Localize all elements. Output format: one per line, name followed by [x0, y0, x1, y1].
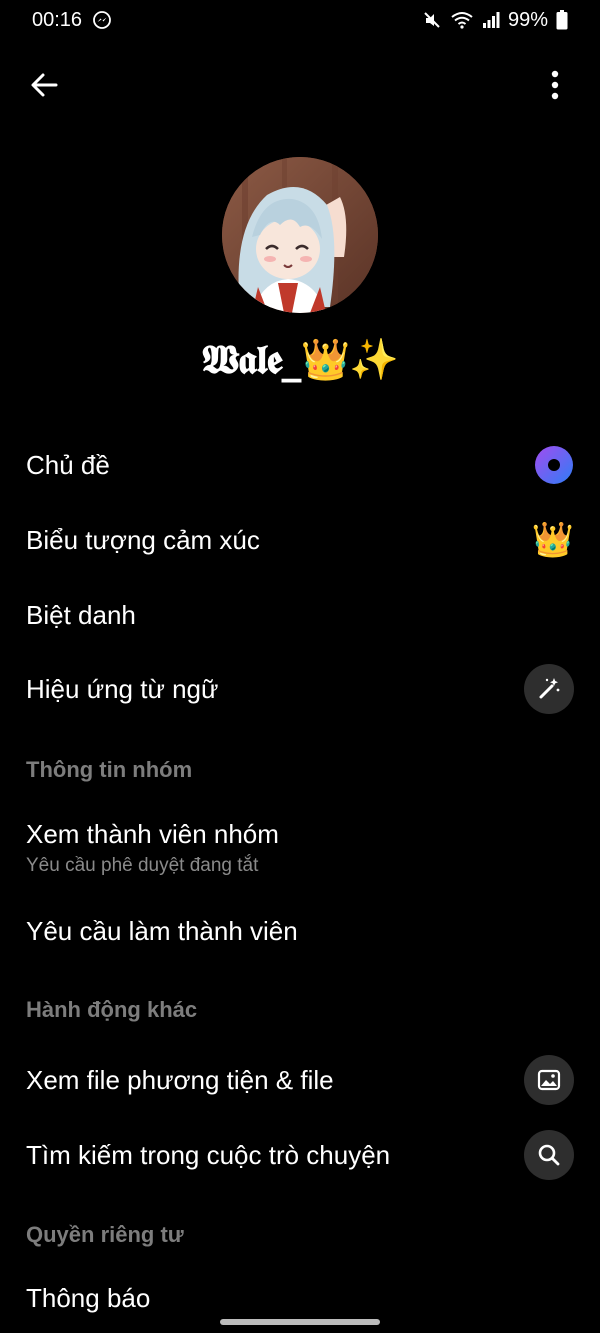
section-header-other-actions: Hành động khác — [26, 997, 198, 1022]
status-left: 00:16 — [32, 9, 112, 32]
nicknames-row[interactable]: Biệt danh — [0, 583, 600, 647]
avatar[interactable] — [222, 157, 378, 313]
more-options-button[interactable] — [540, 63, 570, 107]
status-time: 00:16 — [32, 8, 83, 31]
battery-icon — [556, 10, 568, 30]
wifi-icon — [450, 10, 474, 30]
theme-row[interactable]: Chủ đề — [0, 433, 600, 497]
signal-icon — [482, 11, 500, 29]
view-members-label: Xem thành viên nhóm — [26, 818, 279, 849]
theme-label: Chủ đề — [26, 449, 110, 480]
battery-percent: 99% — [507, 8, 548, 31]
view-members-sublabel: Yêu cầu phê duyệt đang tắt — [26, 855, 259, 876]
magic-wand-icon — [524, 664, 574, 714]
nicknames-label: Biệt danh — [26, 599, 136, 630]
search-conversation-label: Tìm kiếm trong cuộc trò chuyện — [26, 1139, 391, 1170]
more-vertical-icon — [551, 70, 559, 100]
arrow-left-icon — [31, 73, 58, 97]
search-conversation-row[interactable]: Tìm kiếm trong cuộc trò chuyện — [0, 1123, 600, 1187]
emoji-row[interactable]: Biểu tượng cảm xúc 👑 — [0, 508, 600, 572]
status-right: 99% — [422, 9, 568, 32]
home-indicator[interactable] — [220, 1319, 380, 1325]
back-button[interactable] — [22, 63, 66, 107]
image-icon — [524, 1055, 574, 1105]
crown-emoji: 👑 — [531, 521, 574, 559]
section-header-group-info: Thông tin nhóm — [26, 757, 193, 782]
theme-circle-icon — [534, 445, 574, 485]
emoji-label: Biểu tượng cảm xúc — [26, 524, 260, 555]
mute-icon — [422, 10, 442, 30]
top-bar — [0, 55, 600, 111]
word-effects-label: Hiệu ứng từ ngữ — [26, 673, 219, 704]
status-bar: 00:16 99% — [0, 0, 600, 40]
view-media-label: Xem file phương tiện & file — [26, 1064, 334, 1095]
avatar-image — [222, 157, 378, 313]
search-icon — [524, 1130, 574, 1180]
messenger-icon — [92, 10, 112, 30]
view-media-row[interactable]: Xem file phương tiện & file — [0, 1048, 600, 1112]
membership-requests-row[interactable]: Yêu cầu làm thành viên — [0, 899, 600, 963]
section-header-privacy: Quyền riêng tư — [26, 1222, 184, 1247]
word-effects-row[interactable]: Hiệu ứng từ ngữ — [0, 657, 600, 721]
profile-name: 𝖂𝖆𝖑𝖊_👑✨ — [201, 336, 399, 383]
notifications-label: Thông báo — [26, 1282, 151, 1313]
membership-requests-label: Yêu cầu làm thành viên — [26, 915, 298, 946]
